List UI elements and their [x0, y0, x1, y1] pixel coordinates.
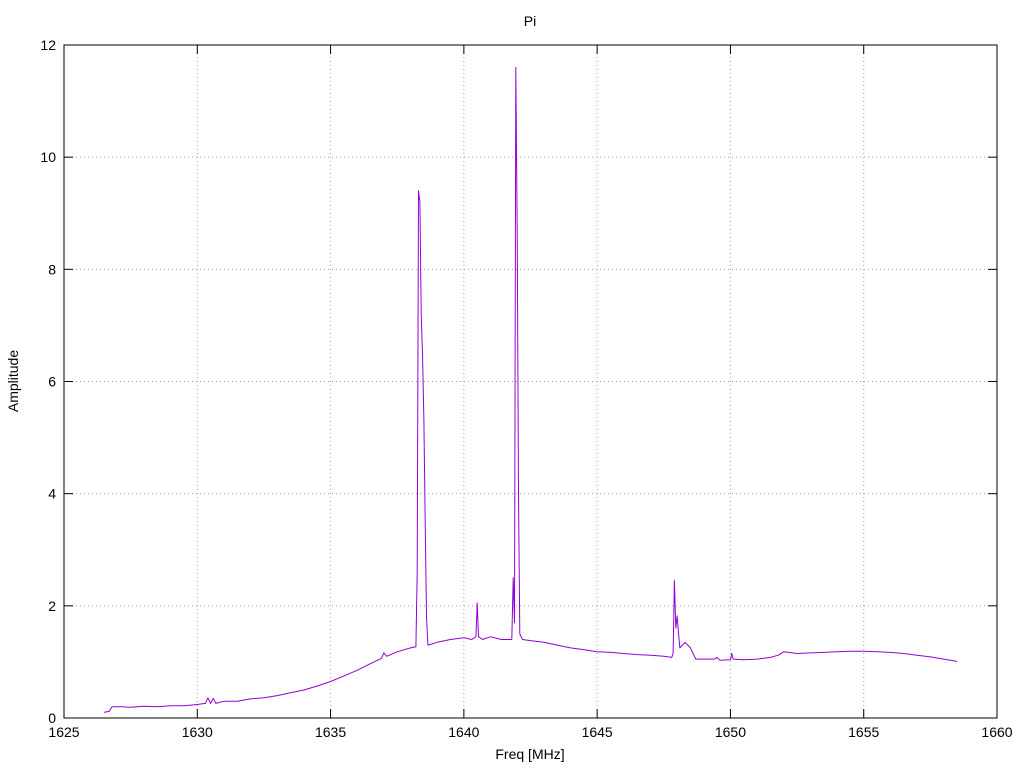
- y-tick-label: 8: [48, 261, 56, 277]
- x-tick-label: 1640: [448, 724, 479, 740]
- y-axis-title: Amplitude: [5, 350, 21, 412]
- y-tick-label: 6: [48, 374, 56, 390]
- x-tick-label: 1655: [848, 724, 879, 740]
- tick-labels: 1625 1630 1635 1640 1645 1650 1655 1660 0 2 4 6 8 10 1…: [40, 37, 1012, 740]
- y-tick-label: 4: [48, 486, 56, 502]
- chart-title: Pi: [524, 13, 536, 29]
- x-tick-label: 1635: [315, 724, 346, 740]
- x-tick-label: 1660: [981, 724, 1012, 740]
- x-tick-label: 1630: [182, 724, 213, 740]
- y-tick-label: 2: [48, 598, 56, 614]
- plot-frame: [63, 44, 998, 719]
- x-tick-label: 1645: [582, 724, 613, 740]
- y-tick-label: 0: [48, 710, 56, 726]
- spectrum-chart: Pi 1625 1630 1635 1640 1645 1650 1655 1660 0 2 4 6 8…: [5, 13, 1013, 762]
- y-tick-label: 12: [40, 37, 56, 53]
- x-tick-label: 1650: [715, 724, 746, 740]
- series-layer: [103, 66, 958, 713]
- grid-lines: [64, 45, 997, 718]
- axis-ticks: [63, 44, 998, 719]
- y-tick-label: 10: [40, 149, 56, 165]
- x-tick-label: 1625: [48, 724, 79, 740]
- x-axis-title: Freq [MHz]: [495, 746, 564, 762]
- amplitude-line: [103, 66, 958, 713]
